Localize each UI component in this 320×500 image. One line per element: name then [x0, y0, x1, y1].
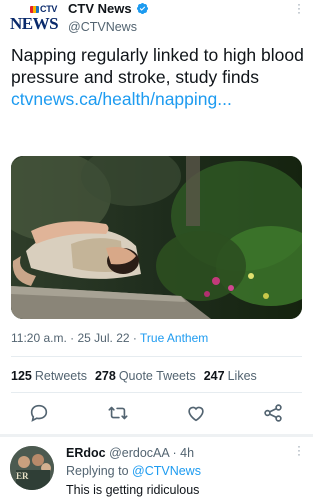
- retweets-label: Retweets: [34, 369, 87, 383]
- reply-display-name[interactable]: ERdoc: [66, 446, 106, 460]
- ctv-logo-mark: CTV: [30, 4, 57, 14]
- reply-avatar[interactable]: ER: [10, 446, 54, 490]
- er-show-avatar-image: ER: [10, 446, 54, 490]
- like-icon[interactable]: [185, 402, 207, 424]
- reply-icon[interactable]: [28, 402, 50, 424]
- retweet-icon[interactable]: [107, 402, 129, 424]
- replying-to-handle[interactable]: @CTVNews: [132, 464, 201, 478]
- tweet-meta: 11:20 a.m. · 25 Jul. 22 · True Anthem: [11, 331, 208, 345]
- reply-separator: ·: [172, 446, 177, 460]
- tweet-source[interactable]: True Anthem: [140, 331, 208, 345]
- likes-count: 247: [203, 369, 225, 383]
- divider: [11, 392, 302, 393]
- reply-author-row[interactable]: ERdoc @erdocAA · 4h: [66, 446, 194, 460]
- share-icon[interactable]: [262, 402, 284, 424]
- news-logo-word: NEWS: [10, 14, 59, 33]
- quotes-count: 278: [94, 369, 116, 383]
- reply-text: This is getting ridiculous: [66, 483, 200, 497]
- section-divider: [0, 434, 313, 437]
- likes-stat[interactable]: 247 Likes: [204, 369, 257, 383]
- article-link[interactable]: ctvnews.ca/health/napping...: [11, 89, 232, 109]
- likes-label: Likes: [227, 369, 257, 383]
- divider: [11, 356, 302, 357]
- tweet-time[interactable]: 11:20 a.m.: [11, 331, 67, 345]
- reply-age: 4h: [180, 446, 195, 460]
- tweet-date[interactable]: 25 Jul. 22: [78, 331, 130, 345]
- meta-separator: ·: [70, 331, 75, 345]
- retweets-stat[interactable]: 125 Retweets: [11, 369, 87, 383]
- reply-more-options-icon[interactable]: · · ·: [297, 440, 301, 460]
- tweet-actions: [0, 402, 313, 428]
- quotes-stat[interactable]: 278 Quote Tweets: [95, 369, 196, 383]
- verified-badge-icon: [136, 2, 148, 15]
- reply-handle[interactable]: @erdocAA: [109, 446, 169, 460]
- replying-prefix: Replying to: [66, 464, 133, 478]
- more-options-icon[interactable]: · · ·: [297, 0, 301, 18]
- tweet-text: Napping regularly linked to high blood p…: [11, 44, 306, 110]
- author-handle[interactable]: @CTVNews: [68, 20, 137, 34]
- photo-man-lying-on-ledge: [11, 156, 302, 319]
- replying-to: Replying to @CTVNews: [66, 464, 201, 478]
- reply-tweet[interactable]: ER ERdoc @erdocAA · 4h · · · Replying to @…: [0, 438, 313, 500]
- ctv-news-avatar[interactable]: CTV NEWS: [10, 4, 59, 36]
- tweet-body: Napping regularly linked to high blood p…: [11, 45, 304, 87]
- retweets-count: 125: [11, 369, 32, 383]
- tweet-stats: 125 Retweets 278 Quote Tweets 247 Likes: [11, 369, 257, 383]
- tweet-photo[interactable]: [11, 156, 302, 319]
- svg-text:ER: ER: [16, 471, 29, 481]
- meta-separator: ·: [132, 331, 137, 345]
- tweet-header: CTV NEWS CTV News @CTVNews · · ·: [0, 0, 313, 40]
- author-name-row[interactable]: CTV News: [68, 1, 149, 16]
- author-display-name[interactable]: CTV News: [68, 1, 132, 16]
- quotes-label: Quote Tweets: [118, 369, 196, 383]
